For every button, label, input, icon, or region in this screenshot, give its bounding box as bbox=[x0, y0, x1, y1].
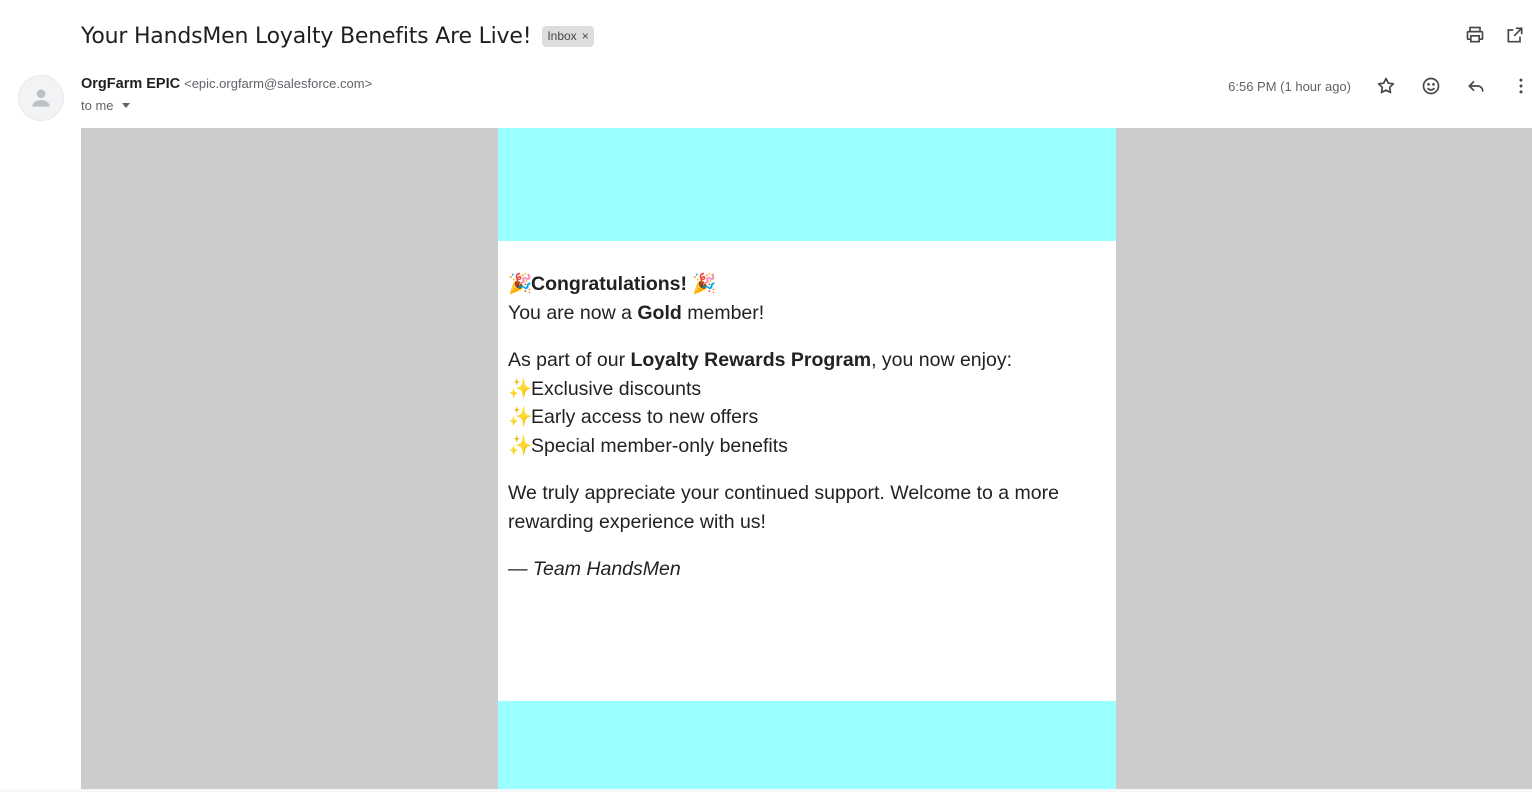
message-meta: 6:56 PM (1 hour ago) bbox=[1228, 72, 1532, 100]
member-line: You are now a Gold member! bbox=[508, 301, 765, 324]
sender-name[interactable]: OrgFarm EPIC bbox=[81, 76, 180, 92]
congrats-heading: Congratulations! bbox=[531, 273, 687, 295]
email-view: Your HandsMen Loyalty Benefits Are Live!… bbox=[0, 0, 1532, 792]
top-actions bbox=[1464, 24, 1526, 46]
person-icon bbox=[32, 89, 50, 107]
benefit-item: ✨Early access to new offers bbox=[508, 403, 1098, 432]
sparkles-icon: ✨ bbox=[508, 406, 533, 428]
smiley-icon[interactable] bbox=[1420, 75, 1442, 97]
open-in-new-window-icon[interactable] bbox=[1504, 24, 1526, 46]
email-content: 🎉Congratulations! 🎉 You are now a Gold m… bbox=[508, 270, 1098, 584]
sender-block: OrgFarm EPIC <epic.orgfarm@salesforce.co… bbox=[81, 76, 372, 113]
recipient-text: to me bbox=[81, 98, 114, 113]
subject-row: Your HandsMen Loyalty Benefits Are Live!… bbox=[81, 18, 594, 54]
congrats-line: 🎉Congratulations! 🎉 bbox=[508, 270, 1098, 299]
remove-label-button[interactable]: × bbox=[582, 29, 589, 43]
email-body-canvas: 🎉Congratulations! 🎉 You are now a Gold m… bbox=[81, 128, 1532, 789]
star-icon[interactable] bbox=[1375, 75, 1397, 97]
sparkles-icon: ✨ bbox=[508, 434, 533, 457]
party-popper-icon: 🎉 bbox=[508, 273, 533, 295]
printer-icon[interactable] bbox=[1464, 24, 1486, 46]
program-name: Loyalty Rewards Program bbox=[630, 349, 872, 371]
sender-line: OrgFarm EPIC <epic.orgfarm@salesforce.co… bbox=[81, 76, 372, 92]
party-popper-icon: 🎉 bbox=[692, 273, 717, 295]
email-subject: Your HandsMen Loyalty Benefits Are Live! bbox=[81, 23, 532, 49]
sender-avatar[interactable] bbox=[18, 75, 64, 121]
sparkles-icon: ✨ bbox=[508, 377, 533, 400]
inbox-label-chip[interactable]: Inbox × bbox=[542, 25, 594, 47]
more-vert-icon[interactable] bbox=[1510, 75, 1532, 97]
benefit-item: ✨Special member-only benefits bbox=[508, 432, 1098, 461]
appreciation-text: We truly appreciate your continued suppo… bbox=[508, 482, 1059, 533]
message-actions bbox=[1375, 75, 1532, 97]
footer-band bbox=[498, 701, 1116, 789]
program-line: As part of our Loyalty Rewards Program, … bbox=[508, 349, 1012, 371]
chevron-down-icon bbox=[121, 103, 130, 108]
label-text: Inbox bbox=[547, 29, 577, 43]
sender-email: <epic.orgfarm@salesforce.com> bbox=[184, 76, 373, 91]
reply-icon[interactable] bbox=[1465, 75, 1487, 97]
benefit-item: ✨Exclusive discounts bbox=[508, 375, 1098, 404]
header-band bbox=[498, 128, 1116, 241]
signature: — Team HandsMen bbox=[508, 558, 681, 580]
member-tier: Gold bbox=[637, 301, 682, 324]
timestamp: 6:56 PM (1 hour ago) bbox=[1228, 78, 1351, 94]
email-card: 🎉Congratulations! 🎉 You are now a Gold m… bbox=[498, 128, 1116, 789]
recipient-details-toggle[interactable]: to me bbox=[81, 98, 372, 113]
